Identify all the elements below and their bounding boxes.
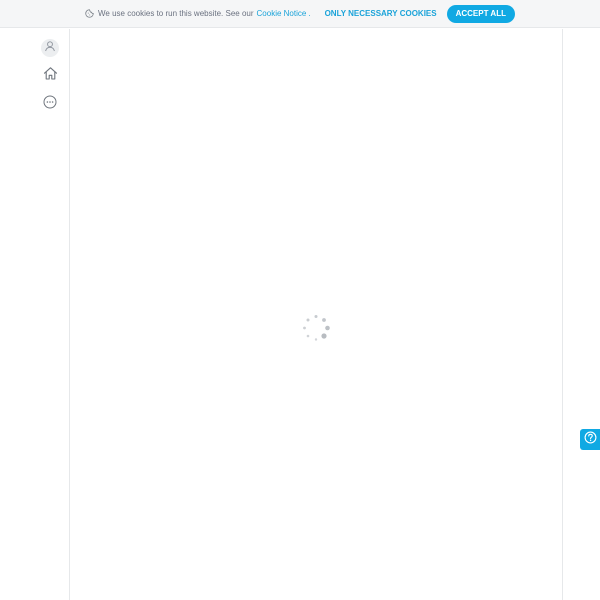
sidebar	[0, 29, 70, 600]
user-icon	[44, 39, 56, 57]
sidebar-item-home[interactable]	[41, 67, 59, 85]
cookie-notice-link[interactable]: Cookie Notice	[257, 9, 307, 18]
accept-all-button[interactable]: ACCEPT ALL	[446, 4, 515, 23]
cookie-banner: We use cookies to run this website. See …	[0, 0, 600, 28]
sidebar-item-more[interactable]	[41, 95, 59, 113]
help-button[interactable]	[580, 429, 600, 450]
only-necessary-cookies-button[interactable]: ONLY NECESSARY COOKIES	[325, 9, 437, 18]
cookie-notice-period: .	[308, 9, 311, 18]
page: We use cookies to run this website. See …	[0, 0, 600, 600]
loading-spinner-icon	[300, 312, 332, 344]
more-icon	[43, 95, 57, 114]
cookie-icon	[85, 9, 94, 18]
right-divider	[562, 29, 563, 600]
sidebar-item-profile[interactable]	[41, 39, 59, 57]
home-icon	[43, 66, 58, 86]
cookie-notice-text: We use cookies to run this website. See …	[98, 9, 254, 18]
help-icon	[584, 431, 597, 449]
